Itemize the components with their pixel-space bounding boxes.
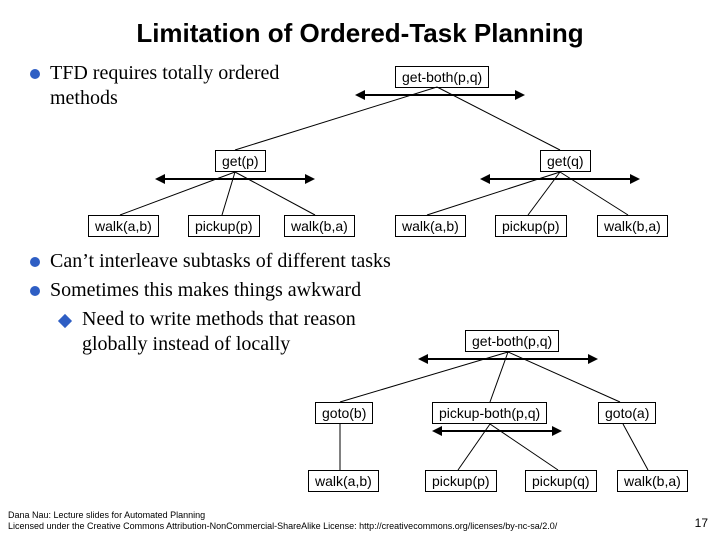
arrow-right-icon	[588, 354, 598, 364]
bullet-icon	[30, 69, 40, 79]
node-pickup-p-2: pickup(p)	[495, 215, 567, 237]
arrow-line	[490, 178, 630, 180]
node-get-q: get(q)	[540, 150, 591, 172]
node-get-p: get(p)	[215, 150, 266, 172]
bullet-icon	[30, 286, 40, 296]
page-number: 17	[695, 516, 708, 530]
bullet-2-text: Can’t interleave subtasks of different t…	[50, 249, 391, 274]
bullet-1-text: TFD requires totally ordered methods	[50, 61, 330, 111]
arrow-line	[365, 94, 515, 96]
arrow-left-icon	[355, 90, 365, 100]
footer-line-1: Dana Nau: Lecture slides for Automated P…	[8, 510, 557, 521]
node-pickup-q: pickup(q)	[525, 470, 597, 492]
node-walk-ab-1: walk(a,b)	[88, 215, 159, 237]
node-goto-a: goto(a)	[598, 402, 656, 424]
text-block-2: Can’t interleave subtasks of different t…	[30, 249, 402, 357]
arrow-line	[428, 358, 588, 360]
node-walk-ba-3: walk(b,a)	[617, 470, 688, 492]
node-walk-ab-3: walk(a,b)	[308, 470, 379, 492]
node-goto-b: goto(b)	[315, 402, 373, 424]
node-pickup-p-3: pickup(p)	[425, 470, 497, 492]
node-pickup-both: pickup-both(p,q)	[432, 402, 547, 424]
node-pickup-p-1: pickup(p)	[188, 215, 260, 237]
arrow-right-icon	[515, 90, 525, 100]
slide-title: Limitation of Ordered-Task Planning	[0, 0, 720, 49]
footer-line-2: Licensed under the Creative Commons Attr…	[8, 521, 557, 532]
sub-bullet-1-text: Need to write methods that reason global…	[82, 307, 402, 357]
node-walk-ab-2: walk(a,b)	[395, 215, 466, 237]
arrow-left-icon	[480, 174, 490, 184]
arrow-left-icon	[418, 354, 428, 364]
arrow-line	[165, 178, 305, 180]
bullet-2: Can’t interleave subtasks of different t…	[30, 249, 402, 274]
node-get-both-top: get-both(p,q)	[395, 66, 489, 88]
content-area: TFD requires totally ordered methods	[30, 61, 720, 111]
diamond-icon	[58, 314, 72, 328]
sub-bullet-1: Need to write methods that reason global…	[60, 307, 402, 357]
node-get-both-bot: get-both(p,q)	[465, 330, 559, 352]
footer: Dana Nau: Lecture slides for Automated P…	[8, 510, 557, 533]
arrow-right-icon	[305, 174, 315, 184]
arrow-left-icon	[432, 426, 442, 436]
bullet-1: TFD requires totally ordered methods	[30, 61, 720, 111]
arrow-line	[442, 430, 552, 432]
arrow-right-icon	[630, 174, 640, 184]
node-walk-ba-1: walk(b,a)	[284, 215, 355, 237]
bullet-icon	[30, 257, 40, 267]
node-walk-ba-2: walk(b,a)	[597, 215, 668, 237]
arrow-right-icon	[552, 426, 562, 436]
bullet-3: Sometimes this makes things awkward	[30, 278, 402, 303]
bullet-3-text: Sometimes this makes things awkward	[50, 278, 361, 303]
arrow-left-icon	[155, 174, 165, 184]
